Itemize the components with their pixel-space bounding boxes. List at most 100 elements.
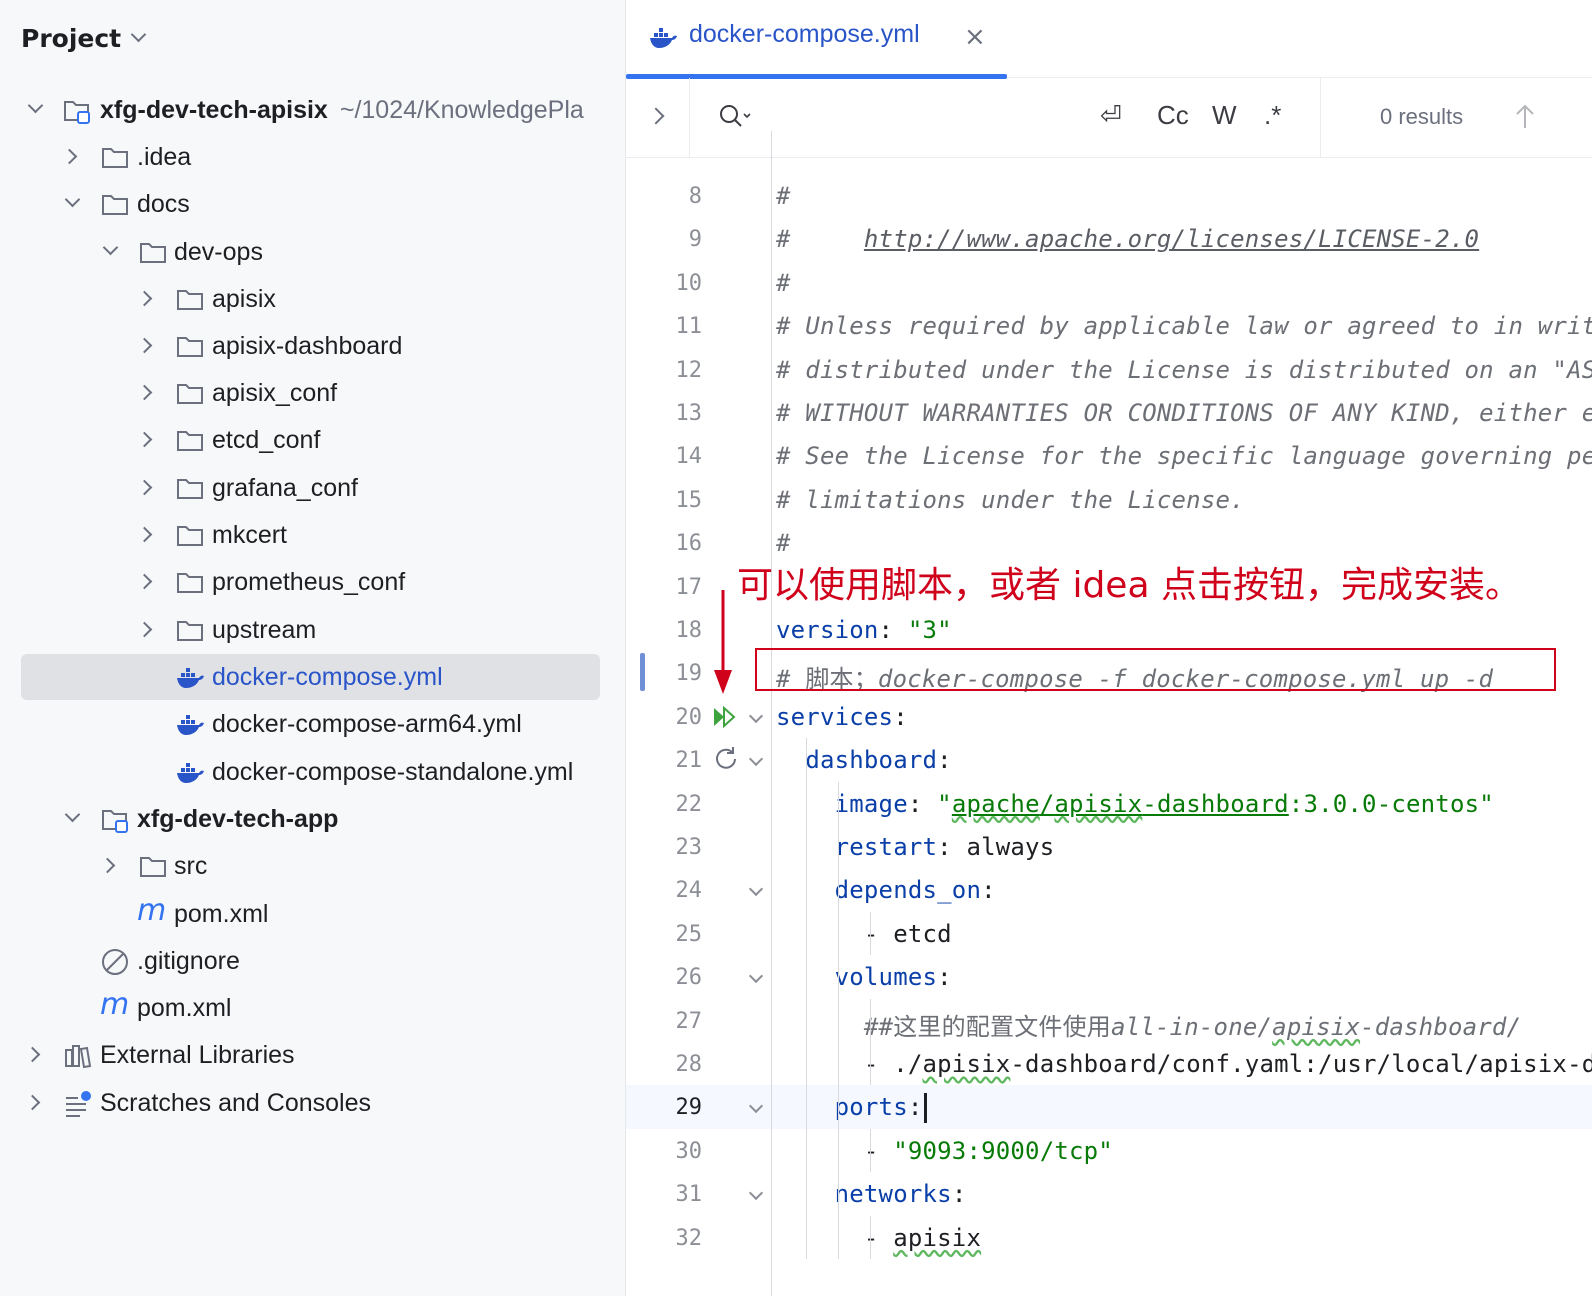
line-number: 22 (675, 791, 703, 817)
line-number: 26 (675, 965, 703, 991)
fold-chevron-icon[interactable] (748, 1186, 764, 1201)
chevron-right-icon[interactable] (24, 1046, 41, 1063)
line-number: 27 (675, 1008, 703, 1034)
search-icon[interactable] (718, 102, 752, 132)
fold-chevron-icon[interactable] (748, 752, 764, 767)
code-text: # (776, 268, 791, 297)
fold-chevron-icon[interactable] (748, 1099, 764, 1114)
tree-item-file[interactable]: docker-compose-standalone.yml (0, 749, 625, 796)
docker-icon (177, 668, 204, 688)
tree-item-file[interactable]: m pom.xml (0, 891, 625, 938)
tree-item-folder[interactable]: prometheus_conf (0, 559, 625, 606)
code-text: version: "3" (776, 616, 952, 644)
code-text: depends_on: (834, 876, 996, 905)
chevron-right-icon[interactable] (136, 479, 153, 496)
folder-icon (177, 290, 203, 310)
maven-icon: m (137, 893, 167, 928)
tree-item-folder[interactable]: .idea (0, 134, 625, 181)
whole-words-button[interactable]: W (1212, 100, 1237, 131)
project-view-selector[interactable]: Project (21, 18, 147, 58)
tree-item-file-selected[interactable]: docker-compose.yml (0, 654, 625, 701)
chevron-right-icon[interactable] (24, 1094, 41, 1111)
tree-item-label: xfg-dev-tech-app (137, 805, 339, 833)
tree-item-folder[interactable]: grafana_conf (0, 465, 625, 512)
chevron-right-icon[interactable] (136, 573, 153, 590)
chevron-right-icon[interactable] (61, 148, 78, 165)
tree-item-folder[interactable]: upstream (0, 607, 625, 654)
tree-item-module[interactable]: xfg-dev-tech-apisix ~/1024/KnowledgePla (0, 87, 625, 134)
code-text: # (776, 182, 791, 210)
fold-chevron-icon[interactable] (748, 708, 764, 723)
line-number: 31 (675, 1182, 703, 1208)
chevron-down-icon[interactable] (27, 97, 44, 114)
tree-item-label: docker-compose.yml (212, 663, 443, 691)
text-caret (923, 1093, 927, 1124)
editor-tab[interactable]: docker-compose.yml × (626, 0, 1007, 79)
tree-item-label: .gitignore (137, 947, 240, 975)
tree-item-folder[interactable]: apisix (0, 276, 625, 323)
tree-item-file[interactable]: .gitignore (0, 938, 625, 985)
tree-item-scratches[interactable]: Scratches and Consoles (0, 1080, 625, 1127)
tree-item-external-libraries[interactable]: External Libraries (0, 1032, 625, 1079)
chevron-right-icon[interactable] (136, 337, 153, 354)
tree-item-label: apisix (212, 285, 276, 313)
indent-guide (838, 781, 839, 1259)
fold-chevron-icon[interactable] (748, 969, 764, 984)
line-number: 18 (675, 618, 703, 643)
folder-icon (177, 384, 203, 404)
folder-icon (177, 573, 203, 593)
chevron-right-icon[interactable] (136, 526, 153, 543)
multiline-toggle-icon[interactable]: ⏎ (1100, 100, 1122, 131)
tree-item-path: ~/1024/KnowledgePla (339, 96, 584, 124)
tree-item-folder[interactable]: src (0, 843, 625, 890)
close-icon[interactable]: × (964, 22, 986, 52)
tree-item-label: xfg-dev-tech-apisix (100, 96, 328, 124)
code-editor[interactable]: 8 #9 # http://www.apache.org/licenses/LICE… (626, 130, 1592, 1296)
run-services-icon[interactable] (712, 705, 738, 728)
tree-item-folder[interactable]: apisix-dashboard (0, 323, 625, 370)
editor-tab-bar: docker-compose.yml × (626, 0, 1592, 79)
code-text: volumes: (834, 963, 952, 992)
search-results-count: 0 results (1380, 104, 1464, 129)
module-folder-icon (102, 810, 128, 833)
tree-item-folder[interactable]: mkcert (0, 512, 625, 559)
vcs-change-marker[interactable] (640, 653, 645, 692)
ignore-file-icon (102, 949, 128, 975)
previous-occurrence-icon[interactable] (1514, 102, 1536, 130)
tree-item-file[interactable]: m pom.xml (0, 985, 625, 1032)
chevron-right-icon[interactable] (99, 857, 116, 874)
tree-item-file[interactable]: docker-compose-arm64.yml (0, 701, 625, 748)
chevron-down-icon[interactable] (64, 806, 81, 823)
folder-icon (102, 148, 128, 168)
tree-item-folder[interactable]: etcd_conf (0, 417, 625, 464)
chevron-right-icon[interactable] (136, 384, 153, 401)
tree-item-label: pom.xml (137, 994, 232, 1022)
chevron-down-icon[interactable] (64, 191, 81, 208)
chevron-right-icon[interactable] (136, 431, 153, 448)
project-panel: Project xfg-dev-tech-apisix ~/1024/Knowle… (0, 0, 626, 1296)
code-text: - "9093:9000/tcp" (776, 1136, 1113, 1165)
expand-replace-icon[interactable] (647, 107, 665, 125)
folder-icon (177, 479, 203, 499)
code-text: restart: always (834, 833, 1055, 861)
tree-item-folder[interactable]: apisix_conf (0, 370, 625, 417)
folder-icon (177, 526, 203, 546)
line-number: 29 (675, 1095, 703, 1121)
tree-item-folder[interactable]: dev-ops (0, 229, 625, 276)
rerun-service-icon[interactable] (714, 746, 740, 772)
fold-chevron-icon[interactable] (748, 882, 764, 897)
tree-item-module[interactable]: xfg-dev-tech-app (0, 796, 625, 843)
line-number: 9 (688, 227, 702, 253)
regex-button[interactable]: .* (1264, 100, 1281, 131)
tree-item-label: .idea (137, 143, 192, 171)
tree-item-folder[interactable]: docs (0, 181, 625, 228)
match-case-button[interactable]: Cc (1157, 100, 1189, 131)
chevron-right-icon[interactable] (136, 290, 153, 307)
line-number: 32 (675, 1225, 703, 1251)
code-text: - ./apisix-dashboard/conf.yaml:/usr/loca… (776, 1050, 1592, 1078)
chevron-down-icon[interactable] (102, 239, 119, 256)
tree-item-label: dev-ops (174, 238, 263, 266)
chevron-right-icon[interactable] (136, 621, 153, 638)
annotation-text: 可以使用脚本，或者 idea 点击按钮，完成安装。 (737, 565, 1521, 606)
tree-item-label: etcd_conf (212, 426, 321, 454)
